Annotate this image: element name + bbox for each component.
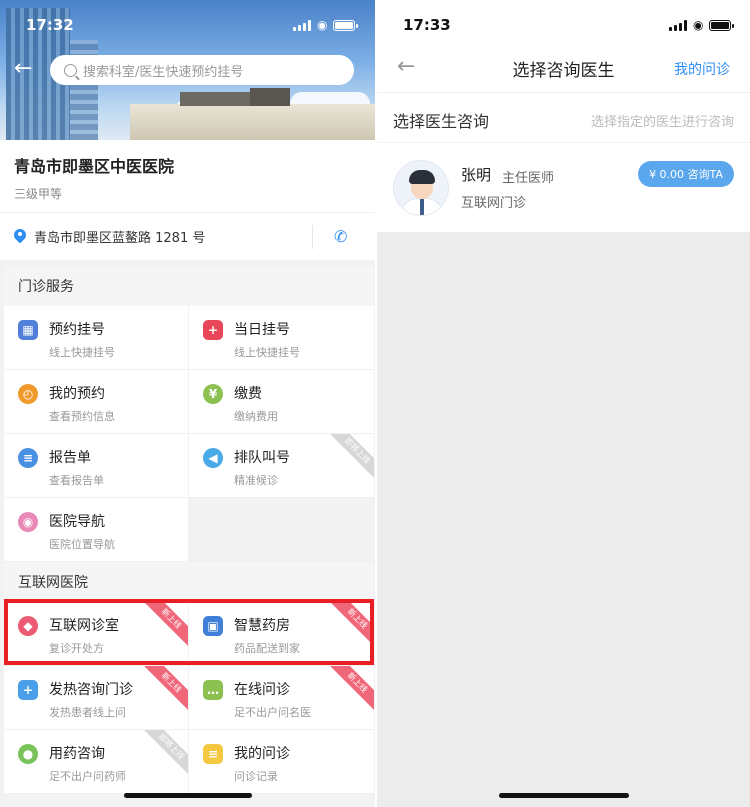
internet-hospital-section: 互联网医院 ◆ 互联网诊室 复诊开处方 新上线 ▣ 智慧药房 药品配送到家 新上线 + 发热咨询门… [4,562,374,794]
wifi-icon: ◉ [317,18,328,32]
outpatient-services-section: 门诊服务 ▦ 预约挂号线上快捷挂号 + 当日挂号线上快捷挂号 ◴ 我的预约查看预约信息 ¥ 缴… [4,266,374,562]
service-subtitle: 线上快捷挂号 [49,346,115,359]
status-time: 17:32 [26,16,74,34]
service-subtitle: 查看预约信息 [49,410,115,423]
highlight-box [4,599,374,665]
empty-cell [189,498,374,562]
service-item[interactable]: ▦ 预约挂号线上快捷挂号 [4,306,189,370]
select-doctor-screen: 17:33 ◉ ← 选择咨询医生 我的问诊 选择医生咨询 选择指定的医生进行咨询… [377,0,750,807]
service-title: 报告单 [49,450,91,466]
service-title: 我的预约 [49,386,105,402]
service-item[interactable]: … 在线问诊足不出户问名医 新上线 [189,666,374,730]
service-title: 当日挂号 [234,322,290,338]
service-title: 排队叫号 [234,450,290,466]
chat-icon: … [203,680,223,700]
service-subtitle: 缴纳费用 [234,410,278,423]
service-title: 我的问诊 [234,746,290,762]
service-title: 缴费 [234,386,262,402]
service-item[interactable]: ● 用药咨询足不出户问药师 即将上线 [4,730,189,794]
service-grid: ▦ 预约挂号线上快捷挂号 + 当日挂号线上快捷挂号 ◴ 我的预约查看预约信息 ¥ 缴费缴纳费用… [4,306,374,562]
section-title: 互联网医院 [4,562,374,602]
address-row[interactable]: 青岛市即墨区蓝鳌路 1281 号 ✆ [0,212,375,260]
service-title: 发热咨询门诊 [49,682,133,698]
status-ribbon: 新上线 [141,666,188,713]
report-icon: ≡ [18,448,38,468]
service-subtitle: 查看报告单 [49,474,104,487]
service-item[interactable]: ≡ 我的问诊问诊记录 [189,730,374,794]
status-ribbon: 即将上线 [141,730,188,777]
hospital-home-screen: 17:32 ◉ ← 搜索科室/医生快速预约挂号 青岛市即墨区中医医院 三级甲等 … [0,0,375,807]
service-title: 在线问诊 [234,682,290,698]
consult-button[interactable]: ¥ 0.00 咨询TA [638,161,734,187]
service-subtitle: 医院位置导航 [49,538,115,551]
service-subtitle: 精准候诊 [234,474,278,487]
service-item[interactable]: + 发热咨询门诊 发热患者线上问 新上线 [4,666,189,730]
calendar-icon: ▦ [18,320,38,340]
doctor-name[interactable]: 张明 [461,164,491,185]
wifi-icon: ◉ [693,18,704,32]
hospital-info-card: 青岛市即墨区中医医院 三级甲等 [0,140,375,212]
phone-icon[interactable]: ✆ [334,227,354,247]
consult-record-icon: ≡ [203,744,223,764]
signal-icon [669,19,687,31]
battery-icon [709,19,735,31]
hospital-name: 青岛市即墨区中医医院 [14,157,175,176]
service-subtitle: 足不出户问药师 [49,770,126,783]
service-subtitle: 足不出户问名医 [234,706,311,719]
hospital-level: 三级甲等 [14,187,63,201]
hospital-address: 青岛市即墨区蓝鳌路 1281 号 [34,231,206,246]
search-placeholder: 搜索科室/医生快速预约挂号 [83,64,244,80]
service-subtitle: 线上快捷挂号 [234,346,300,359]
location-pin-icon [14,229,26,244]
service-title: 医院导航 [49,514,105,530]
service-title: 用药咨询 [49,746,105,762]
back-arrow-icon[interactable]: ← [14,56,32,81]
my-consultations-link[interactable]: 我的问诊 [674,59,730,79]
battery-icon [333,19,359,31]
service-item[interactable]: + 当日挂号线上快捷挂号 [189,306,374,370]
section-title: 门诊服务 [4,266,374,306]
doctor-avatar[interactable] [393,160,449,216]
service-subtitle: 问诊记录 [234,770,278,783]
section-hint: 选择指定的医生进行咨询 [590,115,734,130]
home-indicator[interactable] [124,793,252,798]
doctor-list-panel: 17:33 ◉ ← 选择咨询医生 我的问诊 选择医生咨询 选择指定的医生进行咨询… [377,0,750,232]
status-ribbon: 新上线 [327,666,374,713]
medicine-icon: ● [18,744,38,764]
plus-icon: + [203,320,223,340]
payment-icon: ¥ [203,384,223,404]
service-item[interactable]: ◴ 我的预约查看预约信息 [4,370,189,434]
status-icons: ◉ [293,18,359,32]
service-item[interactable]: ≡ 报告单查看报告单 [4,434,189,498]
speaker-icon: ◀ [203,448,223,468]
appointment-icon: ◴ [18,384,38,404]
section-title: 选择医生咨询 [393,112,490,131]
doctor-department: 互联网门诊 [461,196,527,211]
status-time: 17:33 [403,16,451,34]
search-icon [64,63,77,77]
doctor-title: 主任医师 [502,171,555,186]
location-icon: ◉ [18,512,38,532]
service-subtitle: 发热患者线上问 [49,706,126,719]
home-indicator[interactable] [499,793,629,798]
service-title: 预约挂号 [49,322,105,338]
status-icons: ◉ [669,18,735,32]
service-item[interactable]: ¥ 缴费缴纳费用 [189,370,374,434]
status-ribbon: 即将上线 [327,434,374,481]
signal-icon [293,19,311,31]
search-input[interactable]: 搜索科室/医生快速预约挂号 [50,55,354,85]
service-item[interactable]: ◉ 医院导航医院位置导航 [4,498,189,562]
service-item[interactable]: ◀ 排队叫号精准候诊 即将上线 [189,434,374,498]
medical-kit-icon: + [18,680,38,700]
